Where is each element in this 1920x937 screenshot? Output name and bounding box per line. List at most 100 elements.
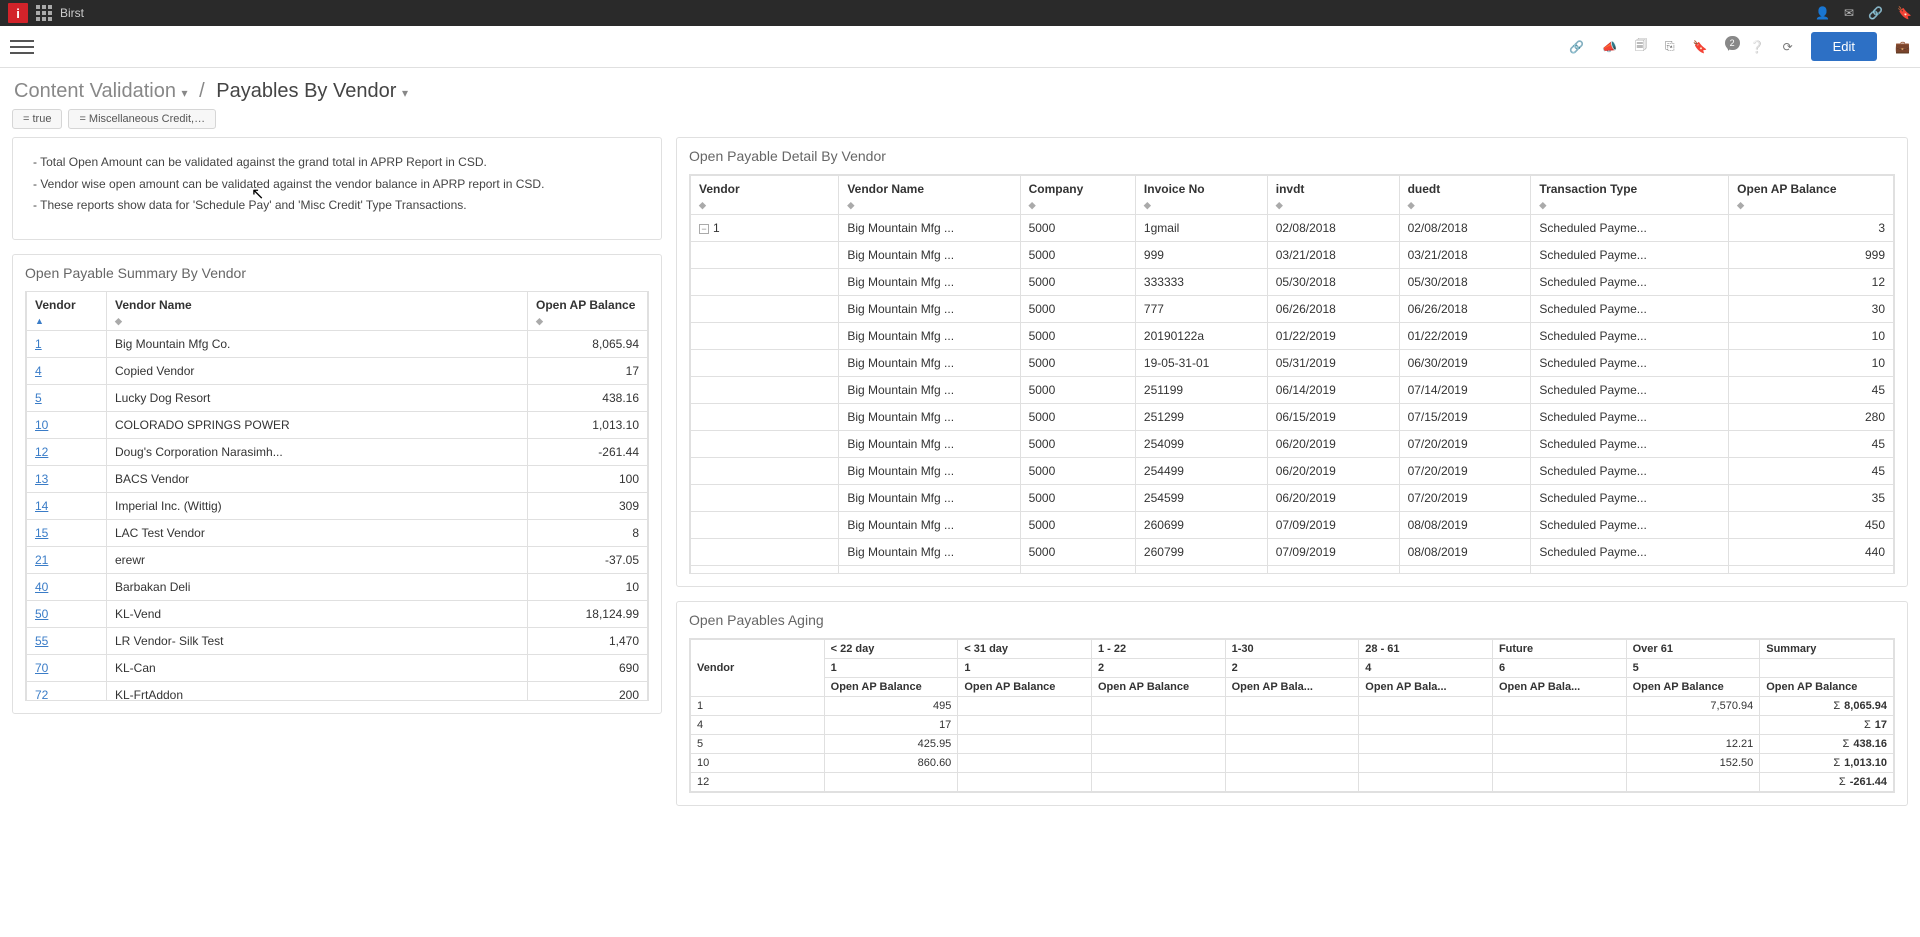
aging-table-scroll[interactable]: Vendor< 22 day< 31 day1 - 221-3028 - 61F… — [689, 638, 1895, 793]
refresh-icon[interactable]: ⟳ — [1783, 40, 1793, 54]
table-row[interactable]: Big Mountain Mfg ... 5000 777 06/26/2018… — [691, 296, 1894, 323]
announce-icon[interactable]: 📣 — [1602, 40, 1617, 54]
col-bucket[interactable]: Summary — [1760, 640, 1894, 659]
apps-menu-icon[interactable] — [36, 5, 52, 21]
table-row[interactable]: 10860.60152.50Σ1,013.10 — [691, 754, 1894, 773]
vendor-link[interactable]: 10 — [35, 418, 48, 432]
cell: 440 — [1729, 539, 1894, 566]
col-bucket[interactable]: Over 61 — [1626, 640, 1760, 659]
table-row[interactable]: 4 Copied Vendor 17 — [27, 357, 648, 384]
table-row[interactable]: 72 KL-FrtAddon 200 — [27, 681, 648, 701]
balance-cell: 8 — [528, 519, 648, 546]
bookmark-solid-icon[interactable]: 🔖 — [1897, 6, 1912, 20]
collapse-icon[interactable]: − — [699, 224, 709, 234]
edit-button[interactable]: Edit — [1811, 32, 1877, 61]
vendor-link[interactable]: 12 — [35, 445, 48, 459]
col-type[interactable]: Transaction Type◆ — [1531, 176, 1729, 215]
col-vendor[interactable]: Vendor — [691, 640, 825, 697]
table-row[interactable]: 15 LAC Test Vendor 8 — [27, 519, 648, 546]
filter-icon[interactable]: ▾2 — [1726, 40, 1732, 54]
col-bucket[interactable]: 28 - 61 — [1359, 640, 1493, 659]
breadcrumb-root[interactable]: Content Validation — [14, 80, 176, 102]
vendor-link[interactable]: 55 — [35, 634, 48, 648]
vendor-link[interactable]: 40 — [35, 580, 48, 594]
col-bucket[interactable]: 1-30 — [1225, 640, 1359, 659]
table-row[interactable]: 417Σ17 — [691, 716, 1894, 735]
table-row[interactable]: 40 Barbakan Deli 10 — [27, 573, 648, 600]
cell: Scheduled Payme... — [1531, 431, 1729, 458]
col-bucket[interactable]: Future — [1492, 640, 1626, 659]
col-bucket[interactable]: < 22 day — [824, 640, 958, 659]
link-icon[interactable]: 🔗 — [1569, 40, 1584, 54]
cell: Scheduled Payme... — [1531, 485, 1729, 512]
table-row[interactable]: 13 BACS Vendor 100 — [27, 465, 648, 492]
col-balance[interactable]: Open AP Balance◆ — [528, 292, 648, 331]
cell: 251299 — [1135, 404, 1267, 431]
table-row[interactable]: 5 Lucky Dog Resort 438.16 — [27, 384, 648, 411]
detail-table-scroll[interactable]: Vendor◆ Vendor Name◆ Company◆ Invoice No… — [689, 174, 1895, 574]
copy-icon[interactable]: 🗐 — [1635, 36, 1647, 57]
help-icon[interactable]: ❔ — [1750, 40, 1765, 54]
table-row[interactable]: Big Mountain Mfg ... 5000 254599 06/20/2… — [691, 485, 1894, 512]
table-row[interactable]: Big Mountain Mfg ... 5000 262100 07/11/2… — [691, 566, 1894, 575]
table-row[interactable]: Big Mountain Mfg ... 5000 260699 07/09/2… — [691, 512, 1894, 539]
cell: 01/22/2019 — [1267, 323, 1399, 350]
col-vendor-name[interactable]: Vendor Name◆ — [107, 292, 528, 331]
table-row[interactable]: Big Mountain Mfg ... 5000 20190122a 01/2… — [691, 323, 1894, 350]
vendor-link[interactable]: 5 — [35, 391, 42, 405]
table-row[interactable]: 12Σ-261.44 — [691, 773, 1894, 792]
vendor-link[interactable]: 4 — [35, 364, 42, 378]
col-company[interactable]: Company◆ — [1020, 176, 1135, 215]
table-row[interactable]: Big Mountain Mfg ... 5000 260799 07/09/2… — [691, 539, 1894, 566]
vendor-link[interactable]: 14 — [35, 499, 48, 513]
table-row[interactable]: 14957,570.94Σ8,065.94 — [691, 697, 1894, 716]
col-vendor[interactable]: Vendor▲ — [27, 292, 107, 331]
vendor-link[interactable]: 72 — [35, 688, 48, 701]
col-duedt[interactable]: duedt◆ — [1399, 176, 1531, 215]
table-row[interactable]: Big Mountain Mfg ... 5000 254499 06/20/2… — [691, 458, 1894, 485]
col-vendor[interactable]: Vendor◆ — [691, 176, 839, 215]
table-row[interactable]: 12 Doug's Corporation Narasimh... -261.4… — [27, 438, 648, 465]
cell: 07/20/2019 — [1399, 431, 1531, 458]
cell: 07/09/2019 — [1267, 512, 1399, 539]
group-row[interactable]: −1Big Mountain Mfg ...50001gmail02/08/20… — [691, 215, 1894, 242]
bookmark-icon[interactable]: 🔖 — [1693, 40, 1708, 54]
table-row[interactable]: Big Mountain Mfg ... 5000 251299 06/15/2… — [691, 404, 1894, 431]
table-row[interactable]: Big Mountain Mfg ... 5000 251199 06/14/2… — [691, 377, 1894, 404]
vendor-link[interactable]: 13 — [35, 472, 48, 486]
table-row[interactable]: 50 KL-Vend 18,124.99 — [27, 600, 648, 627]
table-row[interactable]: Big Mountain Mfg ... 5000 333333 05/30/2… — [691, 269, 1894, 296]
table-row[interactable]: Big Mountain Mfg ... 5000 254099 06/20/2… — [691, 431, 1894, 458]
hamburger-menu-icon[interactable] — [10, 35, 34, 59]
table-row[interactable]: 70 KL-Can 690 — [27, 654, 648, 681]
col-balance[interactable]: Open AP Balance◆ — [1729, 176, 1894, 215]
briefcase-icon[interactable]: 💼 — [1895, 40, 1910, 54]
table-row[interactable]: Big Mountain Mfg ... 5000 19-05-31-01 05… — [691, 350, 1894, 377]
filter-chip[interactable]: = Miscellaneous Credit,… — [68, 109, 216, 129]
table-row[interactable]: 1 Big Mountain Mfg Co. 8,065.94 — [27, 330, 648, 357]
brand-logo[interactable]: i — [8, 3, 28, 23]
table-row[interactable]: 21 erewr -37.05 — [27, 546, 648, 573]
mail-icon[interactable]: ✉ — [1844, 6, 1854, 20]
col-invoice[interactable]: Invoice No◆ — [1135, 176, 1267, 215]
table-row[interactable]: 14 Imperial Inc. (Wittig) 309 — [27, 492, 648, 519]
col-bucket[interactable]: < 31 day — [958, 640, 1092, 659]
vendor-link[interactable]: 1 — [35, 337, 42, 351]
table-row[interactable]: Big Mountain Mfg ... 5000 999 03/21/2018… — [691, 242, 1894, 269]
share-icon[interactable]: 🔗 — [1868, 6, 1883, 20]
user-icon[interactable]: 👤 — [1815, 6, 1830, 20]
vendor-link[interactable]: 21 — [35, 553, 48, 567]
col-vendor-name[interactable]: Vendor Name◆ — [839, 176, 1020, 215]
vendor-link[interactable]: 50 — [35, 607, 48, 621]
vendor-link[interactable]: 70 — [35, 661, 48, 675]
col-invdt[interactable]: invdt◆ — [1267, 176, 1399, 215]
summary-table-scroll[interactable]: Vendor▲ Vendor Name◆ Open AP Balance◆ 1 … — [25, 291, 649, 701]
col-bucket[interactable]: 1 - 22 — [1091, 640, 1225, 659]
table-row[interactable]: 10 COLORADO SPRINGS POWER 1,013.10 — [27, 411, 648, 438]
filter-chip[interactable]: = true — [12, 109, 62, 129]
breadcrumb-current[interactable]: Payables By Vendor — [216, 80, 396, 102]
export-icon[interactable]: ⎘ — [1665, 39, 1675, 54]
vendor-link[interactable]: 15 — [35, 526, 48, 540]
table-row[interactable]: 5425.9512.21Σ438.16 — [691, 735, 1894, 754]
table-row[interactable]: 55 LR Vendor- Silk Test 1,470 — [27, 627, 648, 654]
